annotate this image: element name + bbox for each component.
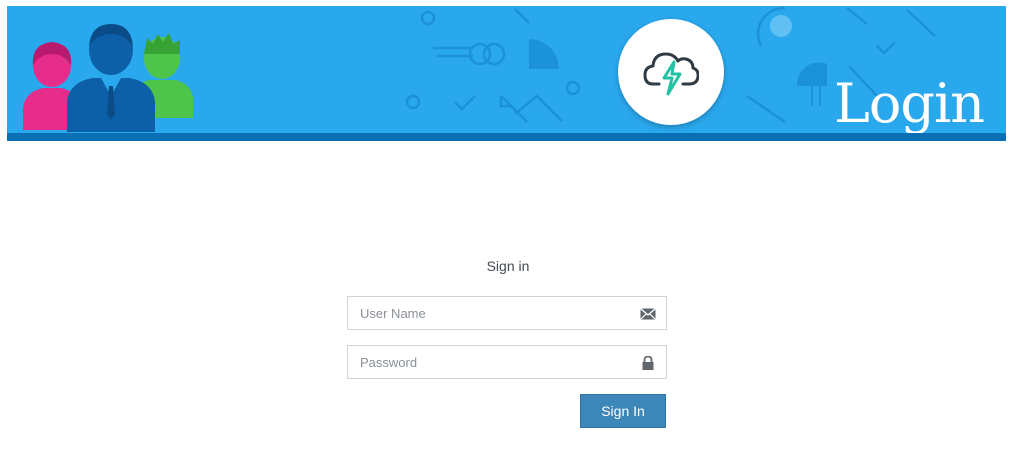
app-logo	[618, 19, 724, 125]
username-input[interactable]	[348, 297, 666, 329]
sign-in-button[interactable]: Sign In	[580, 394, 666, 428]
banner-strip	[7, 133, 1006, 141]
username-field	[347, 296, 667, 330]
banner-title: Login	[834, 72, 985, 134]
users-group-icon	[23, 24, 193, 132]
signin-heading: Sign in	[486, 258, 530, 274]
lock-icon	[642, 356, 654, 370]
password-input[interactable]	[348, 346, 666, 378]
envelope-icon	[640, 307, 656, 320]
password-field	[347, 345, 667, 379]
header-banner: Login	[7, 6, 1006, 133]
cloud-lightning-icon	[643, 52, 699, 96]
